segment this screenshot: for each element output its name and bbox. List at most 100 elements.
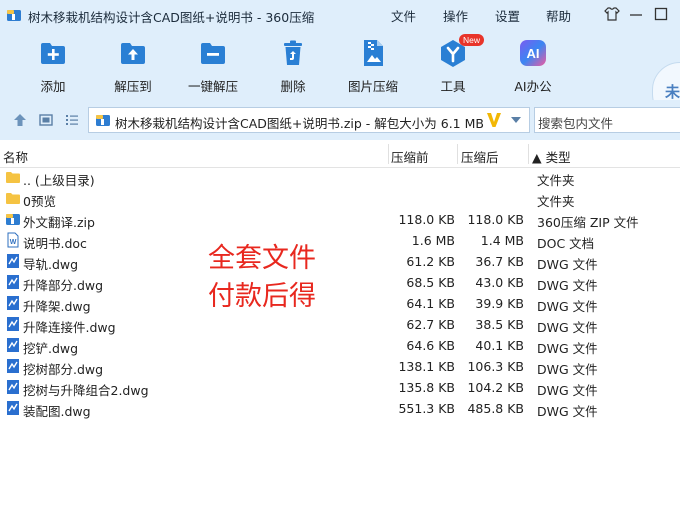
one-click-extract-icon [201, 43, 225, 64]
doc-icon: W [7, 232, 19, 248]
file-compressed-size: 104.2 KB [467, 380, 524, 395]
file-type: DWG 文件 [537, 362, 598, 377]
table-row[interactable]: 挖树与升降组合2.dwg 135.8 KB 104.2 KB DWG 文件 [0, 377, 680, 398]
file-type: DWG 文件 [537, 320, 598, 335]
dwg-icon [7, 254, 19, 268]
delete-label: 删除 [280, 79, 306, 94]
menu-operation[interactable]: 操作 [443, 6, 468, 25]
search-input[interactable]: 搜索包内文件 [534, 107, 680, 133]
column-size[interactable]: 压缩前 [391, 147, 429, 166]
column-compressed[interactable]: 压缩后 [461, 147, 499, 166]
up-arrow-icon[interactable] [12, 112, 28, 128]
table-row[interactable]: W 说明书.doc 1.6 MB 1.4 MB DOC 文档 [0, 230, 680, 251]
archive-icon [96, 115, 110, 126]
file-size: 1.6 MB [411, 233, 455, 248]
file-size: 64.1 KB [406, 296, 455, 311]
file-name: 外文翻译.zip [23, 215, 95, 230]
table-row[interactable]: 0预览 文件夹 [0, 188, 680, 209]
tools-label: 工具 [440, 79, 466, 94]
minimize-icon[interactable] [627, 5, 645, 23]
extract-to-button[interactable]: 解压到 [98, 36, 168, 96]
column-divider[interactable] [388, 144, 389, 164]
dwg-icon [7, 296, 19, 310]
window-title: 树木移栽机结构设计含CAD图纸+说明书 - 360压缩 [28, 10, 315, 25]
archive-path-text: 树木移栽机结构设计含CAD图纸+说明书.zip - 解包大小为 6.1 MB [115, 116, 484, 131]
file-type: DWG 文件 [537, 341, 598, 356]
file-type: 文件夹 [537, 173, 575, 188]
table-row[interactable]: .. (上级目录) 文件夹 [0, 167, 680, 188]
file-type: DWG 文件 [537, 404, 598, 419]
column-header: 名称 压缩前 压缩后 ▲ 类型 [0, 140, 680, 168]
table-row[interactable]: 升降连接件.dwg 62.7 KB 38.5 KB DWG 文件 [0, 314, 680, 335]
list-view-icon[interactable] [64, 112, 80, 128]
file-compressed-size: 36.7 KB [475, 254, 524, 269]
table-row[interactable]: 外文翻译.zip 118.0 KB 118.0 KB 360压缩 ZIP 文件 [0, 209, 680, 230]
extract-to-icon [121, 43, 145, 64]
menu-file[interactable]: 文件 [391, 6, 416, 25]
file-size: 61.2 KB [406, 254, 455, 269]
column-divider[interactable] [528, 144, 529, 164]
file-type: DWG 文件 [537, 257, 598, 272]
overlay-line-2: 付款后得 [208, 281, 316, 312]
table-row[interactable]: 装配图.dwg 551.3 KB 485.8 KB DWG 文件 [0, 398, 680, 419]
file-name: 升降架.dwg [23, 299, 91, 314]
toolbar: 添加 解压到 一键解压 删除 图片压缩 New 工具 AI AI办公 未 [0, 30, 680, 122]
table-row[interactable]: 升降架.dwg 64.1 KB 39.9 KB DWG 文件 [0, 293, 680, 314]
column-name[interactable]: 名称 [3, 147, 28, 166]
file-size: 551.3 KB [398, 401, 455, 416]
ai-office-button[interactable]: AI AI办公 [498, 36, 568, 96]
verified-v-icon[interactable] [485, 110, 503, 130]
file-name: 升降部分.dwg [23, 278, 104, 293]
delete-button[interactable]: 删除 [258, 36, 328, 96]
overlay-line-1: 全套文件 [208, 243, 316, 274]
file-compressed-size: 1.4 MB [480, 233, 524, 248]
dwg-icon [7, 338, 19, 352]
dwg-icon [7, 359, 19, 373]
maximize-icon[interactable] [652, 5, 670, 23]
file-size: 62.7 KB [406, 317, 455, 332]
file-type: 文件夹 [537, 194, 575, 209]
image-compress-button[interactable]: 图片压缩 [338, 36, 408, 96]
file-compressed-size: 39.9 KB [475, 296, 524, 311]
dwg-icon [7, 401, 19, 415]
archive-path-field[interactable]: 树木移栽机结构设计含CAD图纸+说明书.zip - 解包大小为 6.1 MB [88, 107, 530, 133]
file-type: DWG 文件 [537, 299, 598, 314]
chevron-down-icon[interactable] [509, 114, 523, 126]
file-type: DOC 文档 [537, 236, 595, 251]
one-click-extract-label: 一键解压 [187, 79, 238, 94]
thumbnail-view-icon[interactable] [38, 112, 54, 128]
file-type: 360压缩 ZIP 文件 [537, 215, 639, 230]
table-row[interactable]: 挖树部分.dwg 138.1 KB 106.3 KB DWG 文件 [0, 356, 680, 377]
file-name: 0预览 [23, 194, 56, 209]
image-compress-label: 图片压缩 [347, 79, 398, 94]
one-click-extract-button[interactable]: 一键解压 [178, 36, 248, 96]
file-type: DWG 文件 [537, 383, 598, 398]
menu-settings[interactable]: 设置 [495, 6, 520, 25]
tools-button[interactable]: New 工具 [418, 34, 488, 96]
file-compressed-size: 43.0 KB [475, 275, 524, 290]
new-badge: New [459, 34, 485, 46]
file-name: 挖树部分.dwg [23, 362, 104, 377]
file-name: 说明书.doc [23, 236, 87, 251]
search-placeholder: 搜索包内文件 [538, 116, 614, 131]
ai-office-label: AI办公 [514, 79, 552, 94]
column-divider[interactable] [457, 144, 458, 164]
file-compressed-size: 485.8 KB [467, 401, 524, 416]
table-row[interactable]: 导轨.dwg 61.2 KB 36.7 KB DWG 文件 [0, 251, 680, 272]
dwg-icon [7, 380, 19, 394]
file-compressed-size: 106.3 KB [467, 359, 524, 374]
table-row[interactable]: 挖铲.dwg 64.6 KB 40.1 KB DWG 文件 [0, 335, 680, 356]
extract-to-label: 解压到 [114, 79, 152, 94]
svg-text:W: W [10, 239, 17, 246]
column-type[interactable]: ▲ 类型 [532, 147, 571, 166]
ai-glyph: AI [527, 46, 540, 61]
file-name: 挖树与升降组合2.dwg [23, 383, 149, 398]
side-widget-text: 未 [665, 83, 680, 101]
file-type: DWG 文件 [537, 278, 598, 293]
add-button[interactable]: 添加 [18, 36, 88, 96]
zip-icon [6, 214, 20, 225]
file-size: 135.8 KB [398, 380, 455, 395]
menu-help[interactable]: 帮助 [546, 6, 571, 25]
skin-shirt-icon[interactable] [603, 5, 621, 23]
table-row[interactable]: 升降部分.dwg 68.5 KB 43.0 KB DWG 文件 [0, 272, 680, 293]
